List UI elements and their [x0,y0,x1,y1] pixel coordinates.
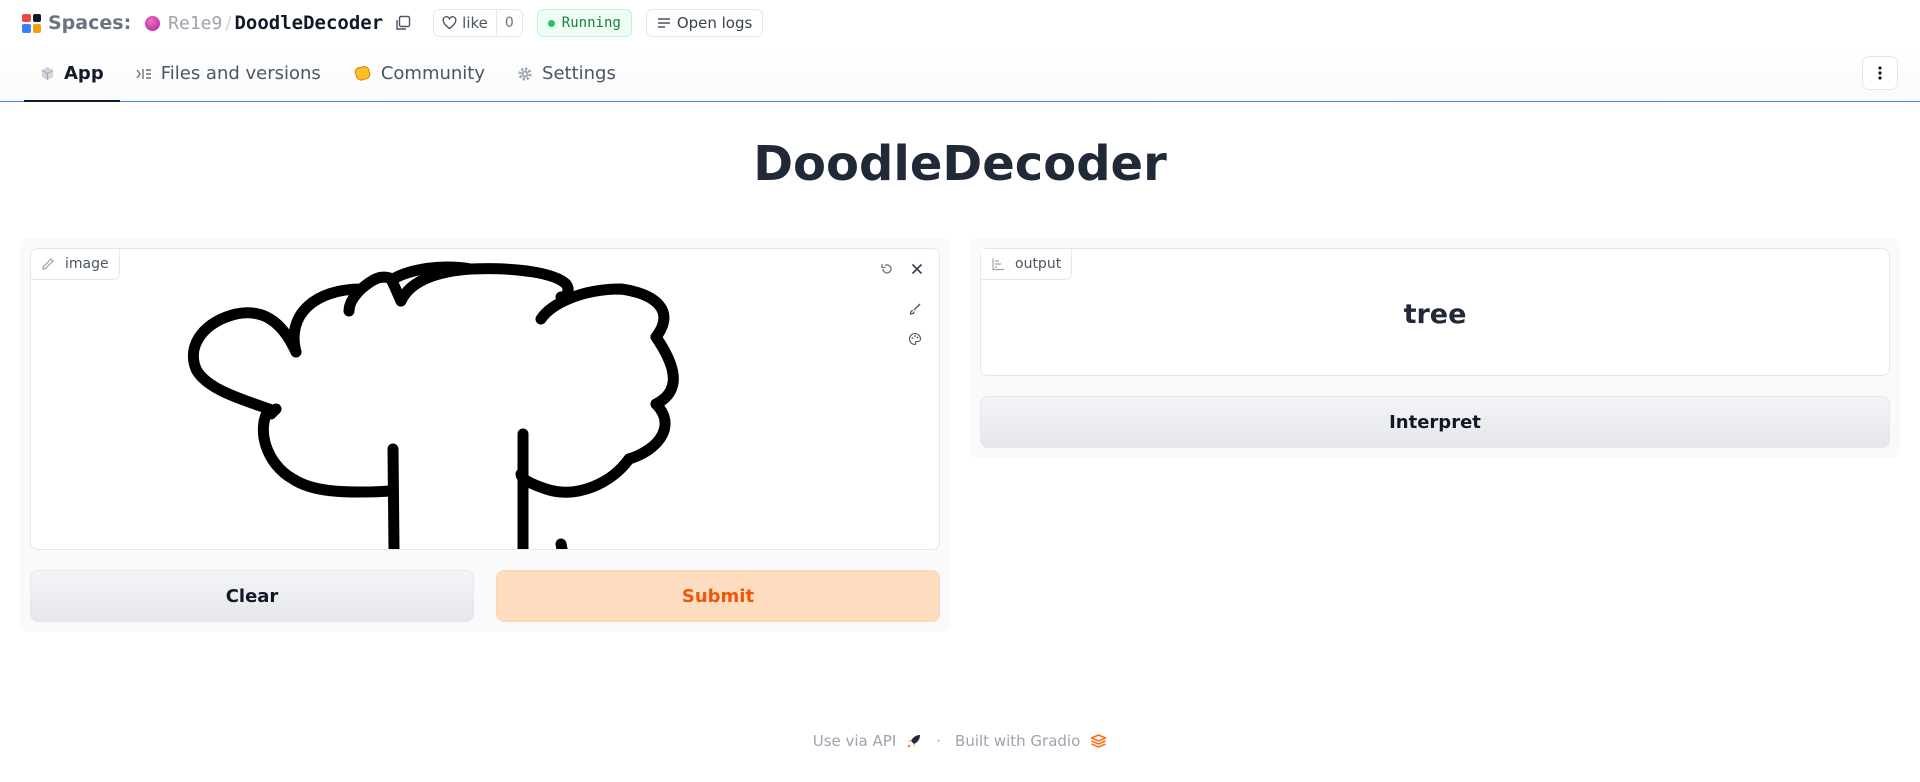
app-title: DoodleDecoder [753,136,1167,192]
space-tabs: App Files and versions Community Setting… [0,46,1920,102]
output-label-tag: output [981,249,1073,280]
tab-files-and-versions[interactable]: Files and versions [120,46,337,101]
tab-community-label: Community [380,63,486,84]
spaces-logo-icon[interactable] [22,13,41,33]
close-icon[interactable] [907,259,927,279]
repo-name-link[interactable]: DoodleDecoder [234,12,383,34]
built-with-gradio-link[interactable]: Built with Gradio [955,732,1107,750]
space-header: Spaces: Re1e9 / DoodleDecoder like 0 Run… [0,0,1920,46]
use-via-api-link[interactable]: Use via API [813,732,923,750]
color-palette-icon[interactable] [905,329,925,349]
output-panel: output tree Interpret [970,238,1900,458]
community-icon [353,65,372,82]
tab-files-label: Files and versions [160,63,321,84]
heart-icon [442,16,457,30]
output-box: output tree [980,248,1890,376]
app-cube-icon [40,66,55,81]
use-via-api-label: Use via API [812,732,897,750]
owner-avatar [145,15,161,31]
input-panel: image Clear Submit [20,238,950,632]
gear-icon [517,66,533,82]
open-logs-label: Open logs [676,14,753,32]
canvas-toolbar [877,259,927,279]
files-icon [136,67,152,81]
logs-icon [657,18,670,28]
gradio-logo-icon [1091,734,1107,748]
tab-settings[interactable]: Settings [501,46,632,101]
pencil-icon [42,258,54,270]
copy-icon[interactable] [393,13,413,33]
like-button[interactable]: like 0 [433,9,523,37]
spaces-label[interactable]: Spaces: [48,12,131,34]
owner-link[interactable]: Re1e9 [168,13,222,34]
footer: Use via API · Built with Gradio [0,732,1920,750]
label-chart-icon [992,258,1004,271]
output-value: tree [1403,299,1467,330]
built-with-gradio-label: Built with Gradio [955,732,1081,750]
tab-community[interactable]: Community [337,46,501,101]
doodle-drawing [187,261,679,549]
like-label: like [462,14,488,32]
interpret-button[interactable]: Interpret [980,396,1890,448]
brush-icon[interactable] [905,299,925,319]
brush-toolbar [905,299,925,349]
status-badge[interactable]: Running [536,9,632,37]
undo-icon[interactable] [877,259,897,279]
path-separator: / [225,12,232,34]
tab-app-label: App [64,63,104,84]
rocket-icon [907,735,921,748]
footer-separator: · [936,732,942,750]
image-label-tag: image [31,249,120,280]
clear-button[interactable]: Clear [30,570,474,622]
tab-app[interactable]: App [24,46,120,102]
status-dot-icon [547,19,555,27]
tab-settings-label: Settings [542,63,616,84]
like-count[interactable]: 0 [495,10,522,36]
sketch-canvas[interactable]: image [30,248,940,550]
output-label: output [1015,256,1062,272]
status-text: Running [561,15,621,31]
open-logs-button[interactable]: Open logs [645,9,764,37]
image-label: image [65,256,109,272]
kebab-menu-icon [1878,66,1882,80]
submit-button[interactable]: Submit [496,570,940,622]
more-options-button[interactable] [1862,56,1898,90]
